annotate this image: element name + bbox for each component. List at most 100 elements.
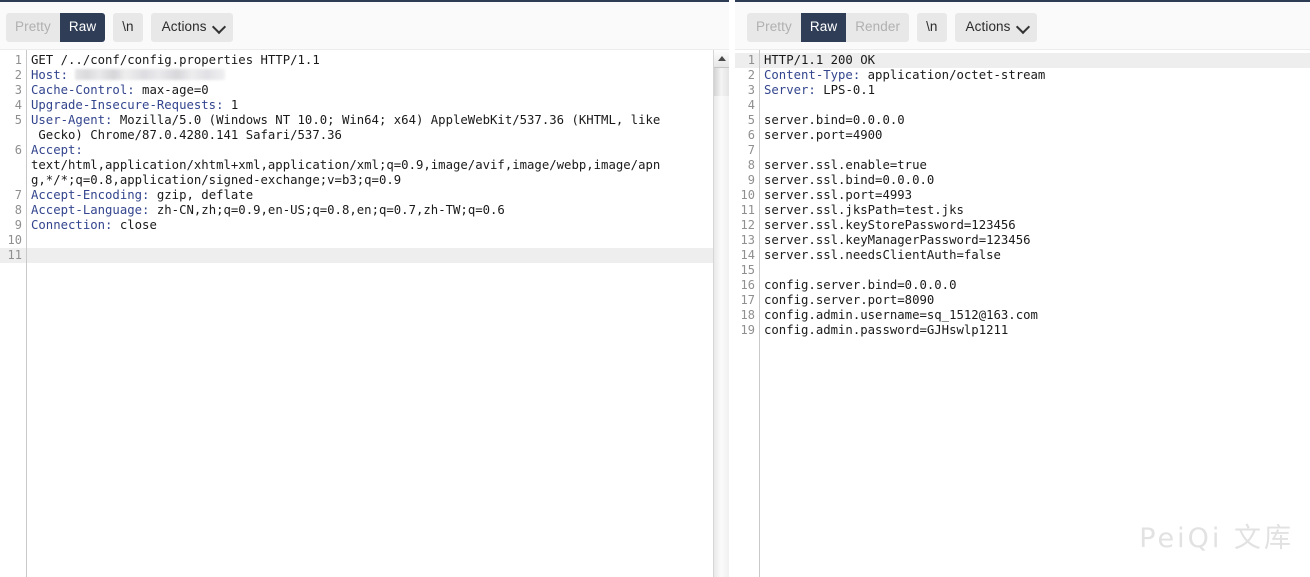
- code-line: text/html,application/xhtml+xml,applicat…: [31, 158, 661, 172]
- response-actions-label: Actions: [965, 19, 1011, 34]
- line-number: 4: [747, 98, 755, 112]
- header-name: Upgrade-Insecure-Requests:: [31, 98, 224, 112]
- response-actions-button[interactable]: Actions: [954, 13, 1037, 42]
- line-number: 6: [14, 143, 22, 157]
- code-line: HTTP/1.1 200 OK: [760, 53, 1310, 68]
- line-number: 2: [14, 68, 22, 82]
- code-line: GET /../conf/config.properties HTTP/1.1: [31, 53, 320, 67]
- code-line: config.server.port=8090: [764, 293, 935, 307]
- response-render-button[interactable]: Render: [846, 13, 910, 42]
- request-code-area[interactable]: GET /../conf/config.properties HTTP/1.1 H…: [27, 50, 729, 577]
- response-newline-button[interactable]: \n: [917, 13, 947, 42]
- request-editor[interactable]: 1 2 3 4 5 6 7 8 9 10 11 GET /../conf/config.proper…: [0, 50, 729, 577]
- line-number: 5: [747, 113, 755, 127]
- header-name: Content-Type:: [764, 68, 861, 82]
- request-panel: Pretty Raw \n Actions 1 2 3 4 5 6 7 8 9 10 11 GET …: [0, 0, 729, 577]
- header-name: Host:: [31, 68, 69, 82]
- request-actions-label: Actions: [161, 19, 207, 34]
- line-number: 1: [735, 53, 759, 68]
- line-number: 14: [740, 248, 755, 262]
- code-line: config.admin.password=GJHswlp1211: [764, 323, 1009, 337]
- code-line: Accept-Language: zh-CN,zh;q=0.9,en-US;q=…: [31, 203, 729, 218]
- code-line: Accept:: [31, 143, 729, 158]
- request-newline-button[interactable]: \n: [113, 13, 143, 42]
- burp-repeater-window: Pretty Raw \n Actions 1 2 3 4 5 6 7 8 9 10 11 GET …: [0, 0, 1310, 577]
- line-number: 15: [740, 263, 755, 277]
- request-view-toggle-group[interactable]: Pretty Raw: [6, 13, 106, 42]
- header-name: Connection:: [31, 218, 113, 232]
- code-line: Gecko) Chrome/87.0.4280.141 Safari/537.3…: [31, 128, 342, 142]
- request-raw-button[interactable]: Raw: [59, 13, 106, 42]
- line-number: 9: [747, 173, 755, 187]
- header-value: application/octet-stream: [860, 68, 1046, 82]
- code-line: server.ssl.keyStorePassword=123456: [764, 218, 1016, 232]
- header-name: Accept-Language:: [31, 203, 150, 217]
- line-number: 18: [740, 308, 755, 322]
- line-number: 17: [740, 293, 755, 307]
- header-value: close: [112, 218, 157, 232]
- header-value: 1: [223, 98, 239, 112]
- header-value: LPS-0.1: [815, 83, 876, 97]
- response-panel: Pretty Raw Render \n Actions 1 2 3 4 5 6 7 8 9 10…: [735, 0, 1310, 577]
- line-number: [0, 158, 26, 173]
- response-line-number-gutter: 1 2 3 4 5 6 7 8 9 10 11 12 13 14 15 16 17 18 19: [735, 50, 760, 577]
- scroll-up-arrow-icon[interactable]: [714, 50, 729, 68]
- line-number: [0, 128, 26, 143]
- line-number: 3: [747, 83, 755, 97]
- line-number: 16: [740, 278, 755, 292]
- code-line: User-Agent: Mozilla/5.0 (Windows NT 10.0…: [31, 113, 729, 128]
- header-name: User-Agent:: [31, 113, 113, 127]
- line-number: 19: [740, 323, 755, 337]
- line-number: 6: [747, 128, 755, 142]
- header-name: Cache-Control:: [31, 83, 135, 97]
- line-number: 8: [14, 203, 22, 217]
- line-number: 11: [0, 248, 26, 263]
- chevron-down-icon: [1015, 20, 1030, 35]
- scrollbar-thumb[interactable]: [714, 68, 729, 97]
- code-line: server.ssl.enable=true: [764, 158, 927, 172]
- code-line: server.port=4900: [764, 128, 883, 142]
- line-number: 10: [7, 233, 22, 247]
- code-line: server.ssl.bind=0.0.0.0: [764, 173, 935, 187]
- line-number: 1: [14, 53, 22, 67]
- response-raw-button[interactable]: Raw: [800, 13, 847, 42]
- code-line: config.server.bind=0.0.0.0: [764, 278, 957, 292]
- redacted-host-value: [75, 69, 226, 80]
- line-number: 13: [740, 233, 755, 247]
- line-number: 3: [14, 83, 22, 97]
- chevron-down-icon: [211, 20, 226, 35]
- line-number: 7: [14, 188, 22, 202]
- code-line: [27, 248, 729, 263]
- request-actions-button[interactable]: Actions: [150, 13, 233, 42]
- header-value: Mozilla/5.0 (Windows NT 10.0; Win64; x64…: [112, 113, 661, 127]
- request-pretty-button[interactable]: Pretty: [6, 13, 60, 42]
- code-line: Cache-Control: max-age=0: [31, 83, 729, 98]
- header-name: Accept-Encoding:: [31, 188, 150, 202]
- request-line-number-gutter: 1 2 3 4 5 6 7 8 9 10 11: [0, 50, 27, 577]
- code-line: server.ssl.keyManagerPassword=123456: [764, 233, 1031, 247]
- line-number: [0, 173, 26, 188]
- line-number: 5: [14, 113, 22, 127]
- code-line: server.ssl.port=4993: [764, 188, 913, 202]
- code-line: Accept-Encoding: gzip, deflate: [31, 188, 729, 203]
- scrollbar-track[interactable]: [714, 96, 729, 577]
- response-view-toggle-group[interactable]: Pretty Raw Render: [747, 13, 910, 42]
- line-number: 4: [14, 98, 22, 112]
- header-value: gzip, deflate: [149, 188, 254, 202]
- code-line: Upgrade-Insecure-Requests: 1: [31, 98, 729, 113]
- line-number: 9: [14, 218, 22, 232]
- line-number: 12: [740, 218, 755, 232]
- code-line: server.ssl.needsClientAuth=false: [764, 248, 1001, 262]
- code-line: Host:: [31, 68, 729, 83]
- code-line: config.admin.username=sq_1512@163.com: [764, 308, 1038, 322]
- response-code-area[interactable]: HTTP/1.1 200 OK Content-Type: application…: [760, 50, 1310, 577]
- response-editor[interactable]: 1 2 3 4 5 6 7 8 9 10 11 12 13 14 15 16 17 18 19 HTTP/1.1 2…: [735, 50, 1310, 577]
- header-name: Server:: [764, 83, 816, 97]
- response-pretty-button[interactable]: Pretty: [747, 13, 801, 42]
- code-line: server.ssl.jksPath=test.jks: [764, 203, 964, 217]
- request-vertical-scrollbar[interactable]: [713, 50, 729, 577]
